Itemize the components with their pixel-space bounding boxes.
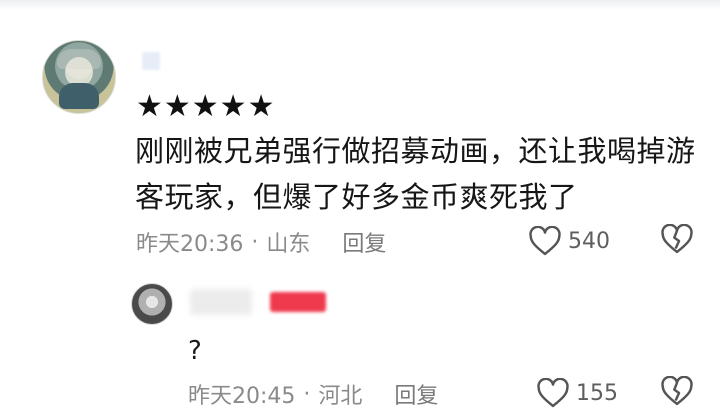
replier-badge-redacted	[270, 292, 326, 312]
reply-button[interactable]: 回复	[342, 226, 386, 258]
avatar-body	[59, 83, 99, 109]
comment-location: 山东	[266, 232, 311, 257]
reply-meta: 昨天20:45 · 河北 回复	[188, 378, 438, 410]
comment-time: 昨天20:36	[136, 232, 244, 257]
commenter-username-redacted[interactable]	[142, 52, 160, 70]
reply-like-button[interactable]: 155	[536, 378, 618, 408]
reply-location: 河北	[318, 384, 363, 409]
comment-text: 刚刚被兄弟强行做招募动画，还让我喝掉游客玩家，但爆了好多金币爽死我了	[135, 134, 696, 214]
replier-avatar[interactable]	[131, 283, 173, 325]
rating-stars: ★★★★★	[136, 89, 276, 124]
replier-username-redacted[interactable]	[190, 289, 252, 315]
reply-like-count: 155	[576, 380, 618, 406]
reply-time: 昨天20:45	[188, 384, 296, 409]
reply-reply-button[interactable]: 回复	[394, 378, 438, 410]
broken-heart-icon	[660, 224, 694, 254]
meta-separator: ·	[303, 381, 311, 407]
top-edge-shadow	[0, 0, 720, 10]
like-button[interactable]: 540	[528, 226, 610, 256]
heart-icon	[528, 226, 562, 256]
comment-meta: 昨天20:36 · 山东 回复	[136, 226, 386, 258]
dislike-button[interactable]	[660, 224, 694, 258]
like-count: 540	[568, 228, 610, 254]
reply-text: ?	[188, 336, 202, 366]
broken-heart-icon	[660, 376, 694, 406]
commenter-avatar[interactable]	[42, 40, 116, 114]
meta-separator: ·	[251, 229, 259, 255]
heart-icon	[536, 378, 570, 408]
